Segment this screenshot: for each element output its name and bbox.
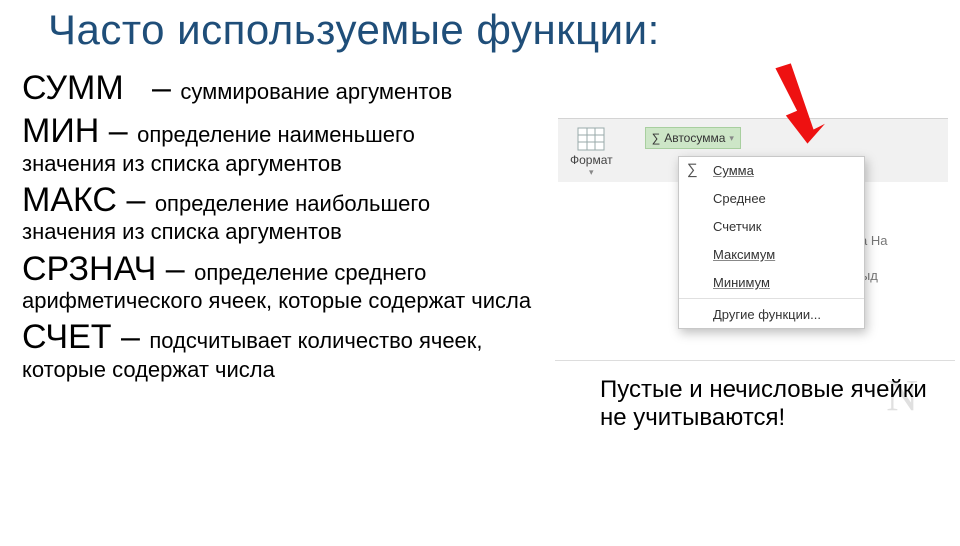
dash: – <box>166 250 185 288</box>
fn-max-name: МАКС <box>22 181 117 219</box>
divider <box>555 360 955 361</box>
ribbon-autosum-label: Автосумма <box>664 131 725 145</box>
menu-item-max[interactable]: Максимум <box>679 240 864 268</box>
menu-item-min[interactable]: Минимум <box>679 268 864 296</box>
fn-avg-cont: арифметического ячеек, которые содержат … <box>22 288 552 313</box>
fn-avg: СРЗНАЧ – определение среднего арифметиче… <box>22 251 552 314</box>
chevron-down-icon: ▾ <box>589 167 594 178</box>
fn-count: СЧЕТ – подсчитывает количество ячеек, ко… <box>22 319 552 382</box>
side-note: Пустые и нечисловые ячейки не учитываютс… <box>600 376 930 433</box>
menu-item-other-functions[interactable]: Другие функции... <box>679 298 864 328</box>
dash: – <box>121 318 140 356</box>
fn-min-cont: значения из списка аргументов <box>22 151 552 176</box>
format-icon <box>577 127 605 151</box>
fn-sum-name: СУММ <box>22 69 124 107</box>
menu-item-label: Среднее <box>713 191 766 206</box>
fn-max-cont: значения из списка аргументов <box>22 219 552 244</box>
fn-sum-desc: суммирование аргументов <box>180 79 452 104</box>
functions-list: СУММ – суммирование аргументов МИН – опр… <box>22 64 552 386</box>
fn-max-desc: определение наибольшего <box>155 191 430 216</box>
menu-item-label: Минимум <box>713 275 770 290</box>
fn-sum: СУММ – суммирование аргументов <box>22 70 552 107</box>
menu-item-avg[interactable]: Среднее <box>679 184 864 212</box>
dash: – <box>109 112 128 150</box>
menu-item-count[interactable]: Счетчик <box>679 212 864 240</box>
fn-count-cont: которые содержат числа <box>22 357 552 382</box>
menu-item-label: Максимум <box>713 247 775 262</box>
dash: – <box>152 69 171 107</box>
fn-min-desc: определение наименьшего <box>137 122 415 147</box>
fn-avg-desc: определение среднего <box>194 260 426 285</box>
sigma-icon: ∑ <box>687 161 698 178</box>
sigma-icon: ∑ <box>652 131 661 145</box>
slide-title: Часто используемые функции: <box>48 6 960 54</box>
fn-count-desc: подсчитывает количество ячеек, <box>149 328 482 353</box>
fn-min-name: МИН <box>22 112 99 150</box>
fn-min: МИН – определение наименьшего значения и… <box>22 113 552 176</box>
dash: – <box>126 181 145 219</box>
autosum-dropdown-menu: ∑ Сумма Среднее Счетчик Максимум Минимум… <box>678 156 865 329</box>
background-truncated-text: я ка На выд <box>854 188 934 293</box>
menu-item-label: Счетчик <box>713 219 762 234</box>
menu-item-label: Другие функции... <box>713 307 821 322</box>
ribbon-format-label: Формат <box>570 153 613 167</box>
ribbon-format-button[interactable]: Формат ▾ <box>566 125 617 180</box>
excel-screenshot: Формат ▾ ∑ Автосумма ▾ я ка На выд N ∑ <box>558 118 948 378</box>
fn-max: МАКС – определение наибольшего значения … <box>22 182 552 245</box>
fn-avg-name: СРЗНАЧ <box>22 250 156 288</box>
red-arrow-icon <box>718 56 838 166</box>
fn-count-name: СЧЕТ <box>22 318 112 356</box>
